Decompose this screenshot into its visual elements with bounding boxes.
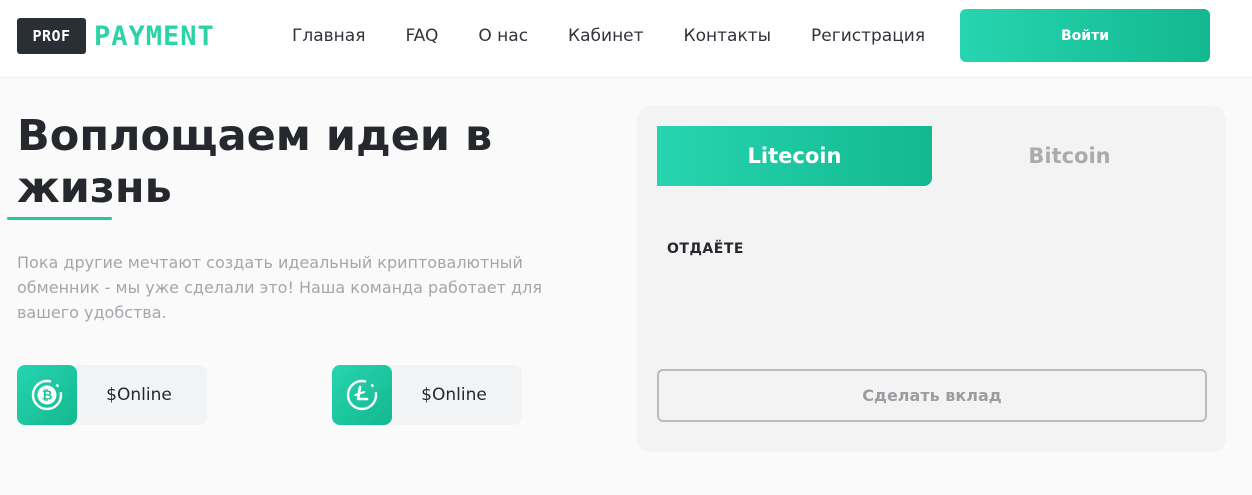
hero-title: Воплощаем идеи в жизнь — [17, 111, 493, 213]
logo-payment: PAYMENT — [94, 20, 215, 52]
nav-item-home[interactable]: Главная — [292, 24, 365, 48]
hero-description: Пока другие мечтают создать идеальный кр… — [17, 253, 542, 322]
deposit-button[interactable]: Сделать вклад — [657, 369, 1207, 422]
stat-card-litecoin: $Online — [332, 365, 522, 425]
litecoin-icon — [332, 365, 392, 425]
exchange-card: Litecoin Bitcoin ОТДАЁТЕ Сделать вклад — [637, 106, 1226, 452]
currency-tabs: Litecoin Bitcoin — [657, 126, 1207, 186]
logo-prof: PROF — [17, 18, 86, 54]
tab-bitcoin[interactable]: Bitcoin — [932, 126, 1207, 186]
nav-item-registration[interactable]: Регистрация — [811, 24, 925, 48]
nav-item-about[interactable]: О нас — [478, 24, 528, 48]
stat-label-litecoin: $Online — [421, 385, 487, 405]
stat-label-bitcoin: $Online — [106, 385, 172, 405]
nav-item-contacts[interactable]: Контакты — [684, 24, 772, 48]
bitcoin-icon: ₿ — [17, 365, 77, 425]
main-nav: Главная FAQ О нас Кабинет Контакты Регис… — [292, 24, 965, 48]
nav-item-cabinet[interactable]: Кабинет — [568, 24, 644, 48]
svg-text:₿: ₿ — [42, 389, 53, 404]
give-label: ОТДАЁТЕ — [667, 241, 744, 257]
stat-card-bitcoin: ₿ $Online — [17, 365, 207, 425]
login-button[interactable]: Войти — [960, 9, 1210, 62]
logo[interactable]: PROF PAYMENT — [17, 18, 215, 54]
site-header: PROF PAYMENT Главная FAQ О нас Кабинет К… — [0, 0, 1252, 78]
hero-title-underline — [7, 217, 112, 220]
page: PROF PAYMENT Главная FAQ О нас Кабинет К… — [0, 0, 1252, 495]
nav-item-faq[interactable]: FAQ — [405, 24, 438, 48]
tab-litecoin[interactable]: Litecoin — [657, 126, 932, 186]
